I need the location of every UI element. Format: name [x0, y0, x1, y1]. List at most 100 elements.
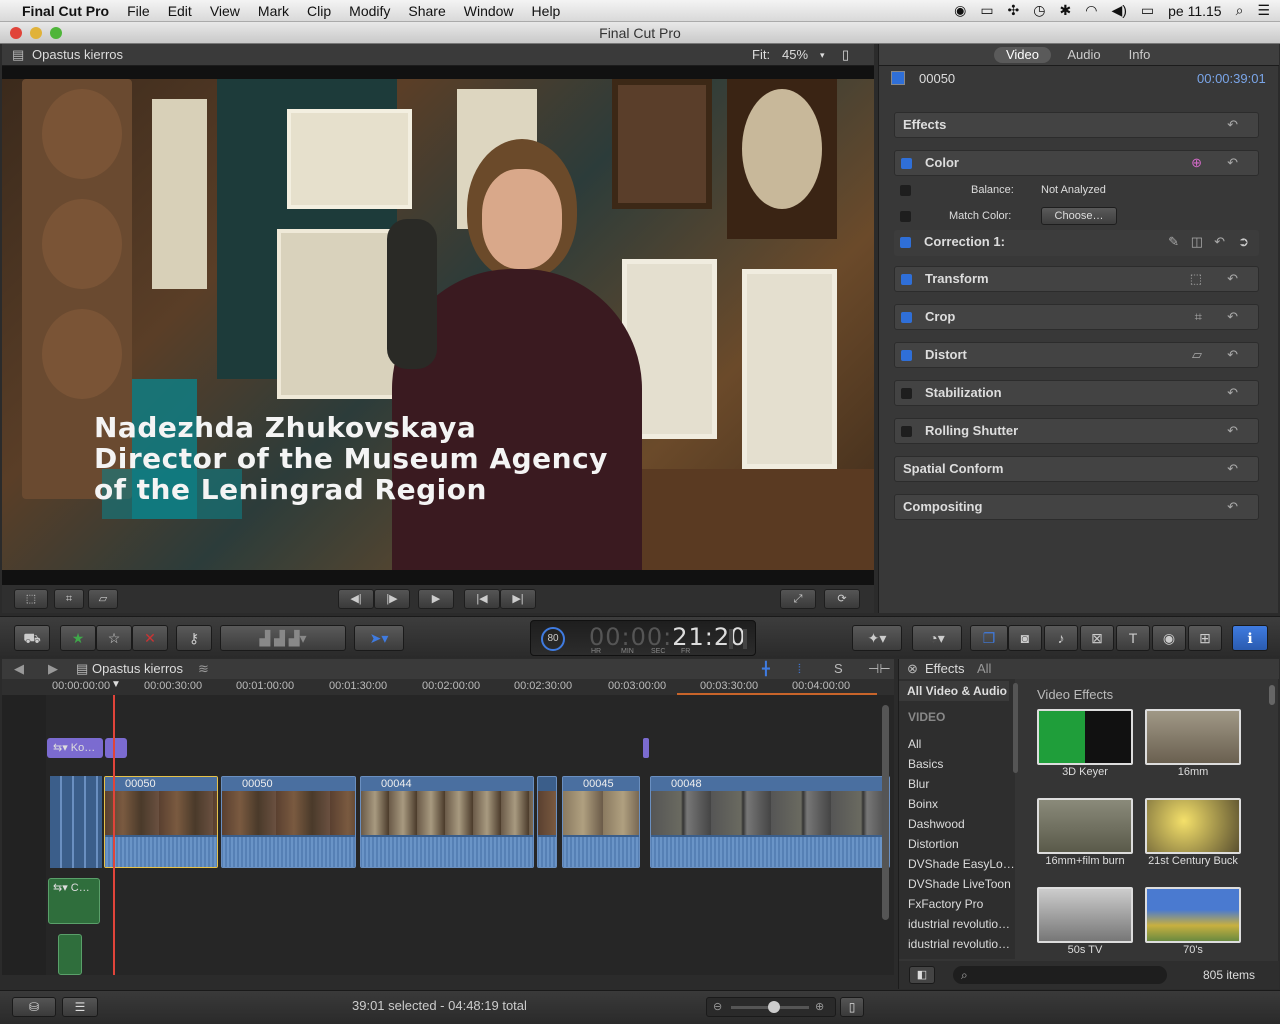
previous-frame-icon[interactable]: ◀| [338, 589, 374, 609]
video-clip[interactable]: 00045 [562, 776, 640, 868]
event-library-icon[interactable]: ⛁ [12, 997, 56, 1017]
category-item[interactable]: DVShade EasyLo… [908, 857, 1015, 871]
titles-icon[interactable]: T [1116, 625, 1150, 651]
tab-video[interactable]: Video [994, 47, 1051, 63]
menu-window[interactable]: Window [455, 3, 523, 19]
video-clip[interactable]: 00050 [104, 776, 218, 868]
effect-thumbnail-50s-tv[interactable] [1037, 887, 1133, 943]
category-item[interactable]: idustrial revolutio… [908, 937, 1010, 951]
crop-icon[interactable]: ⌗ [54, 589, 84, 609]
menu-help[interactable]: Help [523, 3, 570, 19]
dashboard-timecode[interactable]: 80 00:00:21:20 HR MIN SEC FR [530, 620, 756, 656]
video-clip[interactable]: 00048 [650, 776, 890, 868]
effects-scrollbar[interactable] [1269, 685, 1275, 705]
match-color-checkbox[interactable] [900, 211, 911, 222]
list-icon[interactable]: ☰ [1257, 2, 1270, 19]
title-clip[interactable]: ⇆▾ Ko… [47, 738, 103, 758]
forward-arrow-icon[interactable]: ▶ [48, 659, 58, 679]
loop-icon[interactable]: ⟳ [824, 589, 860, 609]
edit-buttons-group[interactable]: ▟ ▟ ▟▾ [220, 625, 346, 651]
unrate-star-icon[interactable]: ☆ [96, 625, 132, 651]
previous-edit-icon[interactable]: |◀ [464, 589, 500, 609]
reset-icon[interactable]: ↶ [1227, 419, 1238, 443]
category-item[interactable]: idustrial revolutio… [908, 917, 1010, 931]
audio-meter-icon[interactable] [729, 629, 747, 649]
transitions-icon[interactable]: ⊠ [1080, 625, 1114, 651]
add-correction-icon[interactable]: ⊕ [1191, 151, 1202, 175]
menu-view[interactable]: View [201, 3, 249, 19]
playhead-handle[interactable]: ▼ [111, 679, 121, 695]
effect-thumbnail-3d-keyer[interactable] [1037, 709, 1133, 765]
category-item[interactable]: Boinx [908, 797, 938, 811]
video-clip[interactable]: 00050 [221, 776, 356, 868]
choose-button[interactable]: Choose… [1041, 207, 1117, 225]
category-item[interactable]: Blur [908, 777, 929, 791]
next-edit-icon[interactable]: ▶| [500, 589, 536, 609]
zoom-slider[interactable]: ⊖ ⊕ [706, 997, 836, 1017]
reset-icon[interactable]: ↶ [1214, 230, 1225, 254]
crop-checkbox[interactable] [901, 312, 912, 323]
camera-icon[interactable]: ◫ [1191, 230, 1203, 254]
effect-thumbnail-21st-century-buck[interactable] [1145, 798, 1241, 854]
transform-section[interactable]: Transform ⬚ ↶ [894, 266, 1259, 292]
correction-checkbox[interactable] [900, 237, 911, 248]
audio-skimming-icon[interactable]: ⦙ [798, 659, 801, 679]
zoom-in-icon[interactable]: ⊕ [815, 1000, 824, 1013]
progress-dial[interactable]: 80 [541, 627, 565, 651]
volume-icon[interactable]: ◀) [1111, 2, 1126, 19]
correction-row[interactable]: Correction 1: ✎ ◫ ↶ ➲ [894, 230, 1259, 256]
spatial-conform-section[interactable]: Spatial Conform ↶ [894, 456, 1259, 482]
timemachine-icon[interactable]: ◷ [1033, 2, 1045, 19]
effect-thumbnail-16mm[interactable] [1145, 709, 1241, 765]
menu-clip[interactable]: Clip [298, 3, 340, 19]
compositing-section[interactable]: Compositing ↶ [894, 494, 1259, 520]
menu-app[interactable]: Final Cut Pro [18, 3, 118, 19]
bluetooth-icon[interactable]: ✱ [1060, 2, 1072, 19]
menu-share[interactable]: Share [399, 3, 454, 19]
sync-icon[interactable]: ✣ [1008, 2, 1020, 19]
timeline[interactable]: ⇆▾ Ko… 00050 00050 00044 00045 00048 ⇆▾ … [2, 695, 894, 975]
effects-search-input[interactable]: ⌕ [953, 966, 1167, 984]
title-clip-marker[interactable] [643, 738, 649, 758]
category-item[interactable]: Dashwood [908, 817, 965, 831]
select-tool-icon[interactable]: ➤▾ [354, 625, 404, 651]
category-item[interactable]: Distortion [908, 837, 959, 851]
short-clips[interactable] [50, 776, 102, 868]
zoom-knob[interactable] [768, 1001, 780, 1013]
effect-thumbnail-16mm-film-burn[interactable] [1037, 798, 1133, 854]
distort-icon[interactable]: ▱ [88, 589, 118, 609]
audio-clip[interactable] [58, 934, 82, 975]
crop-icon[interactable]: ⌗ [1195, 305, 1202, 329]
stabilization-checkbox[interactable] [901, 388, 912, 399]
timeline-index-icon[interactable]: ☰ [62, 997, 98, 1017]
video-clip[interactable]: 00044 [360, 776, 534, 868]
category-all-video-audio[interactable]: All Video & Audio [899, 681, 1009, 701]
close-icon[interactable]: ⊗ [907, 659, 918, 679]
title-clip[interactable] [105, 738, 127, 758]
balance-checkbox[interactable] [900, 185, 911, 196]
zoom-button[interactable] [50, 27, 62, 39]
reject-icon[interactable]: ✕ [132, 625, 168, 651]
category-item[interactable]: All [908, 737, 921, 751]
import-icon[interactable]: ⛟ [14, 625, 50, 651]
effect-thumbnail-70s[interactable] [1145, 887, 1241, 943]
transform-icon[interactable]: ⬚ [1190, 267, 1202, 291]
stabilization-section[interactable]: Stabilization ↶ [894, 380, 1259, 406]
reset-icon[interactable]: ↶ [1227, 305, 1238, 329]
arrow-right-circle-icon[interactable]: ➲ [1238, 230, 1249, 254]
menu-mark[interactable]: Mark [249, 3, 298, 19]
audio-waveform-icon[interactable]: ≋ [198, 659, 209, 679]
category-item[interactable]: Basics [908, 757, 943, 771]
info-icon[interactable]: ℹ [1232, 625, 1268, 651]
reset-icon[interactable]: ↶ [1227, 495, 1238, 519]
reset-icon[interactable]: ↶ [1227, 457, 1238, 481]
keyword-icon[interactable]: ⚷ [176, 625, 212, 651]
reset-icon[interactable]: ↶ [1227, 381, 1238, 405]
distort-checkbox[interactable] [901, 350, 912, 361]
zoom-select[interactable]: 45% [782, 44, 808, 66]
photo-browser-icon[interactable]: ◙ [1008, 625, 1042, 651]
status-icon[interactable]: ◉ [954, 2, 966, 19]
wifi-icon[interactable]: ◠ [1085, 2, 1097, 19]
color-section[interactable]: Color ⊕ ↶ [894, 150, 1259, 176]
transform-checkbox[interactable] [901, 274, 912, 285]
